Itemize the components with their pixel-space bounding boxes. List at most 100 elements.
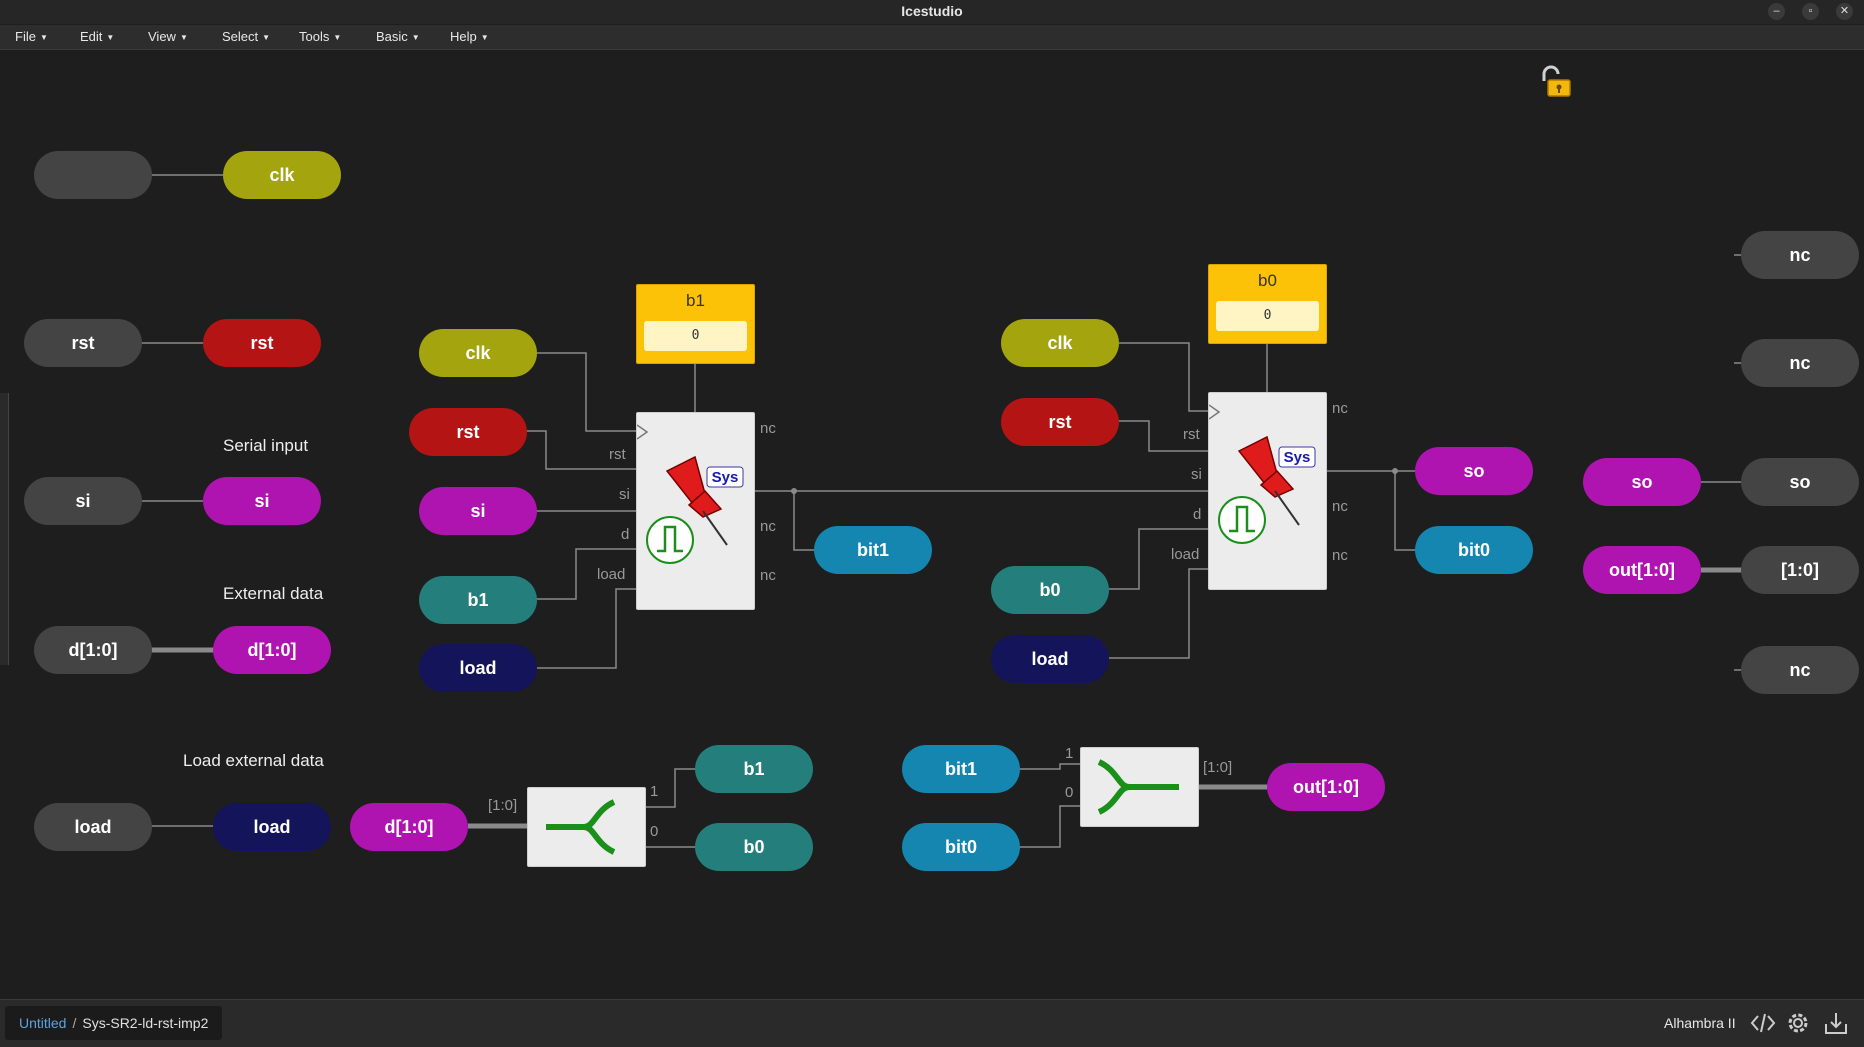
menu-tools[interactable]: Tools ▼ (299, 29, 341, 44)
label-out[interactable]: out[1:0] (1583, 546, 1701, 594)
breadcrumb-separator: / (72, 1015, 77, 1031)
window-title: Icestudio (901, 3, 963, 19)
split-input-d[interactable]: d[1:0] (350, 803, 468, 851)
register-b1[interactable]: b1 0 (636, 284, 755, 364)
output-nc-3[interactable]: nc (1741, 646, 1859, 694)
split-port-0: 0 (650, 823, 659, 840)
stage1-port-d: d (621, 526, 630, 543)
wire-junction (1392, 468, 1398, 474)
design-canvas[interactable]: clk rst rst Serial input si si External … (0, 50, 1864, 999)
stage0-port-si: si (1191, 466, 1202, 483)
close-button[interactable]: ✕ (1836, 3, 1853, 20)
join-in-bit1[interactable]: bit1 (902, 745, 1020, 793)
input-si[interactable]: si (24, 477, 142, 525)
menu-tools-label: Tools (299, 29, 330, 44)
comment-serial-input[interactable]: Serial input (223, 436, 308, 456)
split-bus-label: [1:0] (488, 797, 518, 814)
split-out-b1[interactable]: b1 (695, 745, 813, 793)
chevron-down-icon: ▼ (333, 33, 342, 43)
register-b0[interactable]: b0 0 (1208, 264, 1327, 344)
stage0-port-nc1: nc (1332, 400, 1348, 417)
stage1-port-nc1: nc (760, 420, 776, 437)
join-block[interactable] (1080, 747, 1199, 827)
label-rst[interactable]: rst (203, 319, 321, 367)
label-si[interactable]: si (203, 477, 321, 525)
menu-select-label: Select (222, 29, 259, 44)
menu-bar: File ▼ Edit ▼ View ▼ Select ▼ Tools ▼ Basic ▼ … (0, 25, 1864, 50)
join-port-1: 1 (1065, 745, 1074, 762)
chevron-down-icon: ▼ (262, 33, 271, 43)
menu-basic-label: Basic (376, 29, 408, 44)
stage1-si[interactable]: si (419, 487, 537, 535)
stage0-rst[interactable]: rst (1001, 398, 1119, 446)
menu-help[interactable]: Help ▼ (450, 29, 489, 44)
input-d[interactable]: d[1:0] (34, 626, 152, 674)
board-name[interactable]: Alhambra II (1664, 1015, 1736, 1031)
output-nc-2[interactable]: nc (1741, 339, 1859, 387)
menu-file-label: File (15, 29, 36, 44)
chevron-down-icon: ▼ (39, 33, 48, 43)
stage0-port-d: d (1193, 506, 1202, 523)
breadcrumb-root[interactable]: Untitled (19, 1015, 66, 1031)
chevron-down-icon: ▼ (480, 33, 489, 43)
stage1-rst[interactable]: rst (409, 408, 527, 456)
comment-external-data[interactable]: External data (223, 584, 323, 604)
split-block[interactable] (527, 787, 646, 867)
split-icon (546, 799, 616, 855)
chevron-down-icon: ▼ (106, 33, 115, 43)
chevron-down-icon: ▼ (411, 33, 420, 43)
status-bar: Untitled / Sys-SR2-ld-rst-imp2 Alhambra II (0, 999, 1864, 1047)
stage1-bit1[interactable]: bit1 (814, 526, 932, 574)
chevron-down-icon: ▼ (179, 33, 188, 43)
menu-basic[interactable]: Basic ▼ (376, 29, 420, 44)
minimize-button[interactable]: – (1768, 3, 1785, 20)
menu-view[interactable]: View ▼ (148, 29, 188, 44)
wire-junction (791, 488, 797, 494)
menu-edit[interactable]: Edit ▼ (80, 29, 114, 44)
menu-file[interactable]: File ▼ (15, 29, 48, 44)
label-d[interactable]: d[1:0] (213, 626, 331, 674)
gear-icon[interactable] (1785, 1010, 1811, 1042)
split-out-b0[interactable]: b0 (695, 823, 813, 871)
breadcrumb-current: Sys-SR2-ld-rst-imp2 (82, 1015, 209, 1031)
stage0-load[interactable]: load (991, 635, 1109, 683)
stage1-d[interactable]: b1 (419, 576, 537, 624)
title-bar: Icestudio – ▫ ✕ (0, 0, 1864, 24)
split-port-1: 1 (650, 783, 659, 800)
input-rst[interactable]: rst (24, 319, 142, 367)
stage0-port-nc2: nc (1332, 498, 1348, 515)
label-clk[interactable]: clk (223, 151, 341, 199)
comment-load-external-data[interactable]: Load external data (183, 751, 324, 771)
stage0-port-rst: rst (1183, 426, 1200, 443)
output-so[interactable]: so (1741, 458, 1859, 506)
menu-help-label: Help (450, 29, 477, 44)
stage0-bit0[interactable]: bit0 (1415, 526, 1533, 574)
input-load[interactable]: load (34, 803, 152, 851)
stage1-clk[interactable]: clk (419, 329, 537, 377)
upload-icon[interactable] (1823, 1010, 1849, 1042)
stage1-load[interactable]: load (419, 644, 537, 692)
menu-edit-label: Edit (80, 29, 103, 44)
join-in-bit0[interactable]: bit0 (902, 823, 1020, 871)
sys-register-block-0[interactable]: Sys (1208, 392, 1327, 590)
stage0-d[interactable]: b0 (991, 566, 1109, 614)
label-so[interactable]: so (1583, 458, 1701, 506)
stage0-clk[interactable]: clk (1001, 319, 1119, 367)
input-clk-name[interactable] (34, 151, 152, 199)
register-b1-value[interactable]: 0 (644, 321, 747, 351)
label-load[interactable]: load (213, 803, 331, 851)
stage0-port-load: load (1171, 546, 1200, 563)
join-icon (1097, 759, 1179, 815)
code-icon[interactable] (1750, 1010, 1776, 1042)
stage1-port-load: load (597, 566, 626, 583)
stage1-port-rst: rst (609, 446, 626, 463)
join-out[interactable]: out[1:0] (1267, 763, 1385, 811)
register-b1-name: b1 (686, 291, 705, 310)
restore-button[interactable]: ▫ (1802, 3, 1819, 20)
register-b0-value[interactable]: 0 (1216, 301, 1319, 331)
sys-register-block-1[interactable]: Sys (636, 412, 755, 610)
menu-select[interactable]: Select ▼ (222, 29, 270, 44)
output-nc-1[interactable]: nc (1741, 231, 1859, 279)
stage0-so[interactable]: so (1415, 447, 1533, 495)
output-out[interactable]: [1:0] (1741, 546, 1859, 594)
